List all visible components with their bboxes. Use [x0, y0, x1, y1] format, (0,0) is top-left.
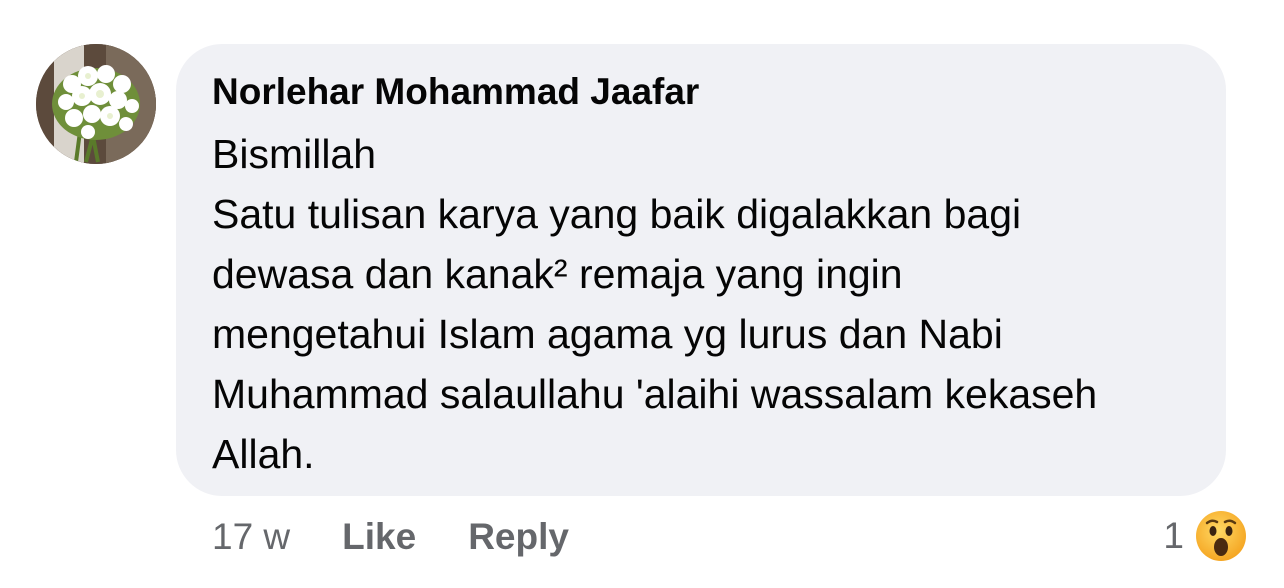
- comment-line: dewasa dan kanak² remaja yang ingin: [212, 251, 903, 297]
- comment-timestamp[interactable]: 17 w: [212, 516, 290, 558]
- reaction-summary[interactable]: 1: [1163, 508, 1248, 564]
- comment-line: Bismillah: [212, 131, 377, 177]
- reaction-count: 1: [1163, 515, 1184, 556]
- comment-body: Bismillah Satu tulisan karya yang baik d…: [212, 124, 1212, 484]
- comment-line: mengetahui Islam agama yg lurus dan Nabi: [212, 311, 1003, 357]
- comment-line: Allah.: [212, 431, 315, 477]
- like-button[interactable]: Like: [342, 516, 416, 558]
- comment-actions: 17 w Like Reply: [212, 512, 621, 562]
- comment-author-name[interactable]: Norlehar Mohammad Jaafar: [212, 68, 699, 116]
- reply-button[interactable]: Reply: [468, 516, 569, 558]
- comment-line: Satu tulisan karya yang baik digalakkan …: [212, 191, 1022, 237]
- avatar[interactable]: [36, 44, 156, 164]
- comment-line: Muhammad salaullahu 'alaihi wassalam kek…: [212, 371, 1098, 417]
- flower-bouquet-icon: [36, 44, 156, 164]
- wow-emoji-icon: [1196, 511, 1246, 561]
